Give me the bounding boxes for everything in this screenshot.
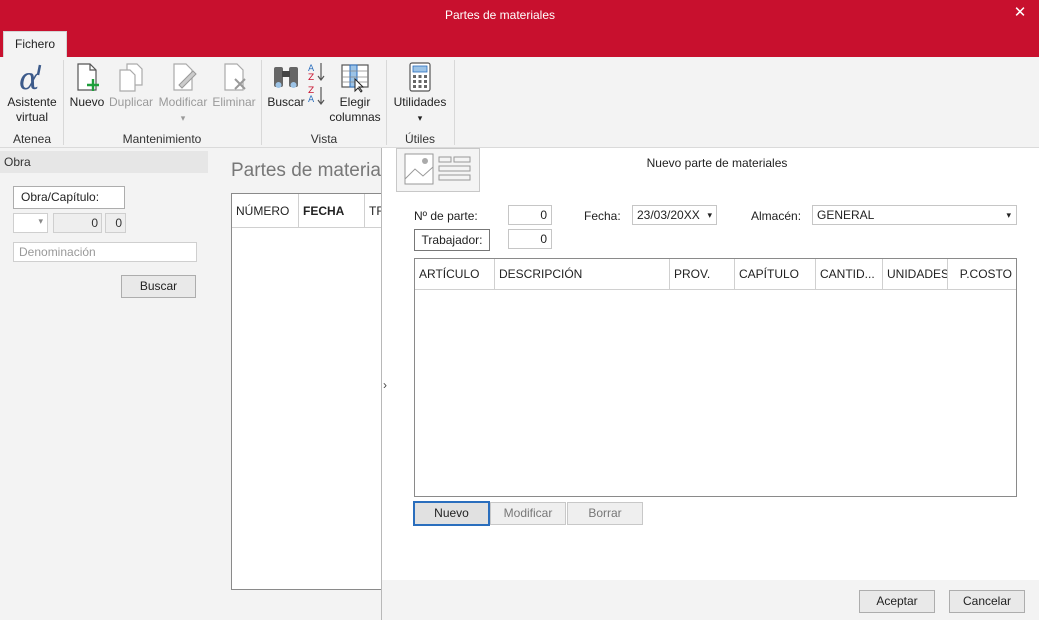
tab-fichero[interactable]: Fichero — [3, 31, 67, 57]
n-parte-label: Nº de parte: — [414, 209, 478, 223]
delete-document-icon — [224, 63, 246, 91]
nuevo-label: Nuevo — [69, 95, 105, 109]
chevron-down-icon: ▾ — [180, 113, 186, 123]
n-parte-input[interactable]: 0 — [508, 205, 552, 225]
grid-header-capitulo[interactable]: CAPÍTULO — [735, 259, 816, 290]
asistente-label-2: virtual — [15, 110, 48, 124]
edit-document-icon — [173, 63, 197, 91]
fecha-value: 23/03/20XX — [637, 208, 700, 222]
grid-header-unidades[interactable]: UNIDADES — [883, 259, 948, 290]
chevron-down-icon[interactable]: ▾ — [1006, 206, 1011, 224]
elegir-label-2: columnas — [329, 110, 381, 124]
trabajador-button[interactable]: Trabajador: — [414, 229, 490, 251]
buscar-button[interactable]: Buscar — [266, 61, 306, 110]
sort-icon: A Z Z A — [308, 63, 325, 105]
chevron-down-icon[interactable]: ▾ — [707, 206, 712, 224]
calculator-icon — [409, 62, 431, 92]
column-header-fecha[interactable]: FECHA — [299, 194, 365, 228]
ribbon: α Asistente virtual Nuevo Duplicar Modif… — [0, 57, 1039, 148]
asistente-virtual-button[interactable]: α Asistente virtual — [4, 61, 60, 125]
dialog-title: Nuevo parte de materiales — [646, 156, 788, 170]
grid-header-articulo[interactable]: ARTÍCULO — [415, 259, 495, 290]
columns-icon — [341, 64, 369, 93]
asistente-label-1: Asistente — [7, 95, 57, 109]
elegir-label-1: Elegir — [339, 95, 371, 109]
chevron-down-icon: ▾ — [38, 216, 43, 226]
obra-capitulo-button[interactable]: Obra/Capítulo: — [13, 186, 125, 209]
utilidades-button[interactable]: Utilidades ▾ — [390, 61, 450, 126]
sort-buttons[interactable]: A Z Z A — [306, 61, 328, 109]
duplicate-icon — [119, 63, 143, 92]
cancelar-button[interactable]: Cancelar — [949, 590, 1025, 613]
expand-arrow-icon[interactable]: › — [383, 378, 387, 392]
group-label-atenea: Atenea — [12, 132, 52, 146]
page-title: Partes de materiales — [231, 160, 381, 181]
group-label-vista: Vista — [310, 132, 338, 146]
trabajador-input[interactable]: 0 — [508, 229, 552, 249]
lines-grid[interactable]: ARTÍCULO DESCRIPCIÓN PROV. CAPÍTULO CANT… — [414, 258, 1017, 497]
close-icon[interactable]: ✕ — [1011, 4, 1029, 22]
obra-number-field[interactable]: 0 — [53, 213, 102, 233]
aceptar-button[interactable]: Aceptar — [859, 590, 935, 613]
eliminar-label: Eliminar — [212, 95, 256, 109]
almacen-select[interactable]: GENERAL ▾ — [812, 205, 1017, 225]
nuevo-button[interactable]: Nuevo — [68, 61, 106, 110]
buscar-filter-button[interactable]: Buscar — [121, 275, 196, 298]
modificar-button[interactable]: Modificar ▾ — [156, 61, 210, 126]
line-modificar-button[interactable]: Modificar — [490, 502, 566, 525]
capitulo-number-field[interactable]: 0 — [105, 213, 126, 233]
line-nuevo-button[interactable]: Nuevo — [413, 501, 490, 526]
svg-text:α: α — [19, 62, 39, 93]
alpha-icon: α — [19, 62, 42, 93]
buscar-label: Buscar — [267, 95, 305, 109]
modificar-label: Modificar — [158, 95, 208, 109]
column-header-numero[interactable]: NÚMERO — [232, 194, 299, 228]
fecha-input[interactable]: 23/03/20XX ▾ — [632, 205, 717, 225]
group-separator — [454, 60, 455, 145]
grid-header-pcosto[interactable]: P.COSTO — [948, 259, 1016, 290]
ribbon-tab-strip — [0, 31, 1039, 57]
grid-header-prov[interactable]: PROV. — [670, 259, 735, 290]
obra-select[interactable]: ▾ — [13, 213, 48, 233]
group-label-mantenimiento: Mantenimiento — [122, 132, 202, 146]
binoculars-icon — [274, 67, 298, 88]
fecha-label: Fecha: — [584, 209, 621, 223]
line-borrar-button[interactable]: Borrar — [567, 502, 643, 525]
svg-text:Z: Z — [308, 73, 314, 83]
obra-header: Obra — [0, 151, 208, 173]
form-image-icon — [396, 148, 480, 192]
partes-table[interactable]: NÚMERO FECHA TRABAJADOR — [231, 193, 383, 590]
group-label-utiles: Útiles — [404, 132, 435, 146]
dialog-footer — [382, 580, 1039, 620]
new-document-icon — [77, 63, 99, 91]
almacen-label: Almacén: — [751, 209, 802, 223]
grid-header-cantidad[interactable]: CANTID... — [816, 259, 883, 290]
elegir-columnas-button[interactable]: Elegir columnas — [328, 61, 382, 125]
grid-header-descripcion[interactable]: DESCRIPCIÓN — [495, 259, 670, 290]
svg-text:A: A — [308, 95, 315, 105]
chevron-down-icon: ▾ — [417, 113, 423, 123]
utilidades-label: Utilidades — [393, 95, 447, 109]
eliminar-button[interactable]: Eliminar — [210, 61, 258, 110]
window-title: Partes de materiales — [444, 8, 556, 22]
duplicar-label: Duplicar — [108, 95, 153, 109]
duplicar-button[interactable]: Duplicar — [108, 61, 154, 110]
denominacion-field[interactable]: Denominación — [13, 242, 197, 262]
almacen-value: GENERAL — [817, 208, 875, 222]
